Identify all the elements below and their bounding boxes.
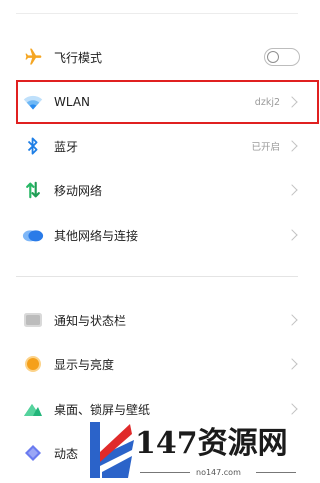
toggle-knob <box>267 50 279 63</box>
notification-icon <box>22 309 44 331</box>
divider <box>16 276 298 277</box>
display-row[interactable]: 显示与亮度 <box>16 342 304 386</box>
chevron-right-icon <box>286 184 298 196</box>
bluetooth-row[interactable]: 蓝牙 已开启 <box>16 124 304 168</box>
chevron-right-icon <box>286 403 298 415</box>
notification-row[interactable]: 通知与状态栏 <box>16 298 304 342</box>
other-networks-row[interactable]: 其他网络与连接 <box>16 213 304 257</box>
bluetooth-label: 蓝牙 <box>54 139 79 154</box>
mobile-network-row[interactable]: 移动网络 <box>16 168 304 212</box>
chevron-right-icon <box>286 358 298 370</box>
display-label: 显示与亮度 <box>54 357 115 372</box>
watermark-line <box>140 472 190 473</box>
watermark-logo: 147资源网 no147.com <box>88 416 320 483</box>
airplane-icon <box>22 46 44 68</box>
airplane-mode-toggle[interactable] <box>264 48 300 66</box>
notification-label: 通知与状态栏 <box>54 313 127 328</box>
airplane-mode-row[interactable]: 飞行模式 <box>16 35 304 79</box>
watermark-brand: 147资源网 <box>135 426 288 461</box>
chevron-right-icon <box>286 229 298 241</box>
bluetooth-icon <box>22 135 44 157</box>
divider <box>16 13 298 14</box>
wallpaper-label: 桌面、锁屏与壁纸 <box>54 402 151 417</box>
watermark-line <box>256 472 296 473</box>
brightness-icon <box>22 353 44 375</box>
other-networks-label: 其他网络与连接 <box>54 228 139 243</box>
dynamic-label: 动态 <box>54 446 79 461</box>
mobile-data-icon <box>22 179 44 201</box>
chevron-right-icon <box>286 314 298 326</box>
bluetooth-status: 已开启 <box>251 142 280 153</box>
mobile-network-label: 移动网络 <box>54 183 103 198</box>
airplane-mode-label: 飞行模式 <box>54 50 103 65</box>
highlight-box <box>16 80 319 124</box>
cloud-icon <box>22 224 44 246</box>
wallpaper-icon <box>22 398 44 420</box>
chevron-right-icon <box>286 140 298 152</box>
logo-icon <box>90 422 134 478</box>
watermark-url: no147.com <box>196 468 241 477</box>
diamond-icon <box>22 442 44 464</box>
